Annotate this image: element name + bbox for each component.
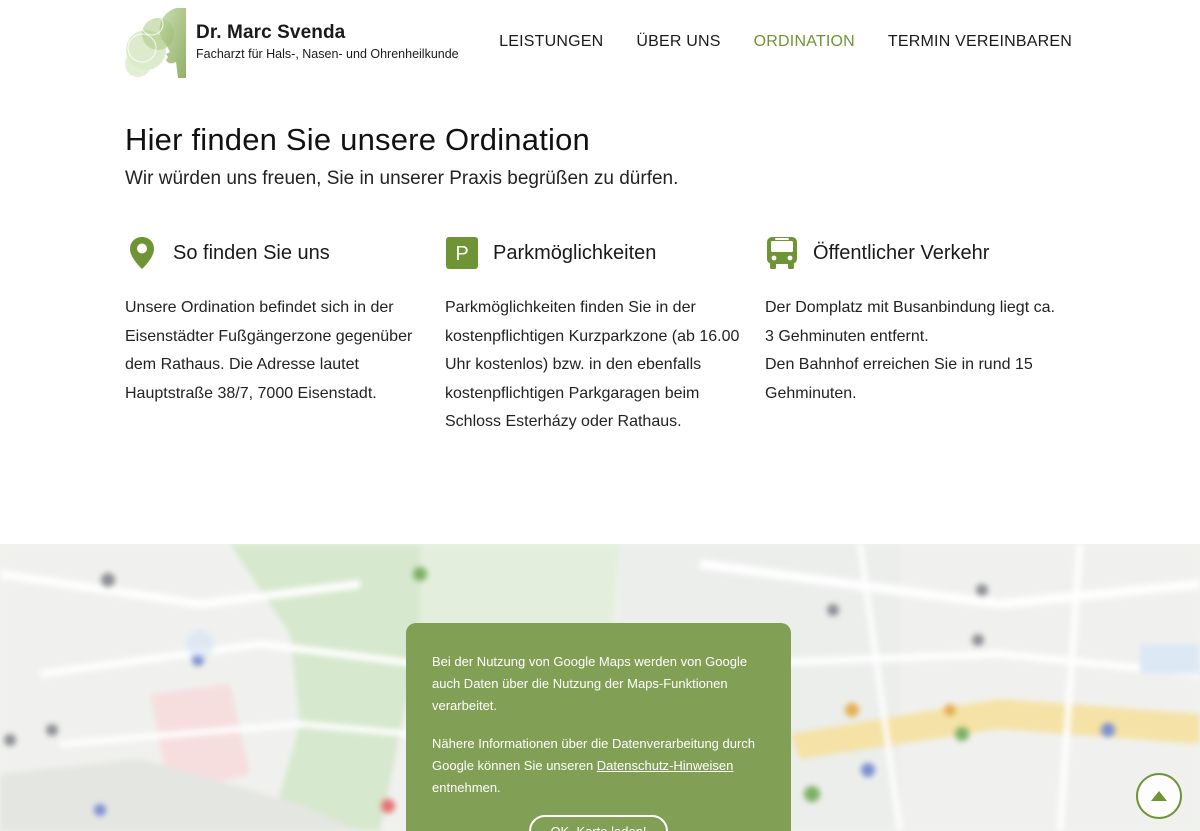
brand[interactable]: Dr. Marc Svenda Facharzt für Hals-, Nase… [196,22,459,61]
column-text: Unsere Ordination befindet sich in der E… [125,299,413,402]
nav-item-ordination[interactable]: ORDINATION [754,33,855,51]
intro-section: Hier finden Sie unsere Ordination Wir wü… [125,122,1085,190]
brand-name: Dr. Marc Svenda [196,22,346,43]
consent-text-2-after: entnehmen. [432,780,501,795]
page-title: Hier finden Sie unsere Ordination [125,122,590,157]
column-text: Parkmöglichkeiten finden Sie in der kost… [445,299,740,430]
column-header: Öffentlicher Verkehr [765,236,1085,270]
bus-icon [765,236,799,270]
column-header: So finden Sie uns [125,236,445,270]
nav-item-ueber-uns[interactable]: ÜBER UNS [636,33,720,51]
column-title: Parkmöglichkeiten [493,241,657,264]
nav-item-leistungen[interactable]: LEISTUNGEN [499,33,603,51]
info-column-location: So finden Sie uns Unsere Ordination befi… [125,236,445,437]
column-text: Der Domplatz mit Busanbindung liegt ca. … [765,299,1055,402]
brand-subtitle: Facharzt für Hals-, Nasen- und Ohrenheil… [196,47,459,61]
column-title: So finden Sie uns [173,241,330,264]
column-title: Öffentlicher Verkehr [813,241,990,264]
privacy-link[interactable]: Datenschutz-Hinweisen [597,758,734,773]
consent-text-2: Nähere Informationen über die Datenverar… [432,733,765,799]
main-nav: LEISTUNGEN ÜBER UNS ORDINATION TERMIN VE… [499,33,1072,51]
page-subtitle: Wir würden uns freuen, Sie in unserer Pr… [125,168,679,189]
consent-text-1: Bei der Nutzung von Google Maps werden v… [432,654,748,713]
logo-icon[interactable] [124,4,186,80]
column-header: P Parkmöglichkeiten [445,236,765,270]
scroll-top-button[interactable] [1136,773,1182,819]
maps-consent-box: Bei der Nutzung von Google Maps werden v… [406,623,791,831]
parking-icon: P [445,236,479,270]
load-map-button[interactable]: OK, Karte laden! [529,815,668,831]
map-pin-icon [125,236,159,270]
info-columns: So finden Sie uns Unsere Ordination befi… [125,236,1085,437]
parking-icon-letter: P [455,243,468,265]
arrow-up-icon [1151,791,1167,801]
nav-item-termin-vereinbaren[interactable]: TERMIN VEREINBAREN [888,33,1072,51]
info-column-transport: Öffentlicher Verkehr Der Domplatz mit Bu… [765,236,1085,437]
info-column-parking: P Parkmöglichkeiten Parkmöglichkeiten fi… [445,236,765,437]
site-header: Dr. Marc Svenda Facharzt für Hals-, Nase… [0,0,1200,90]
